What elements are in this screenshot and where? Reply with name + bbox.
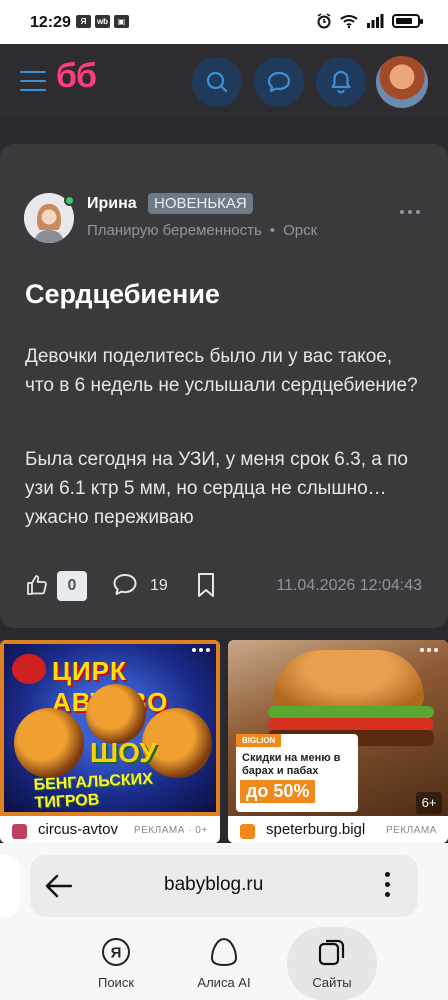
- ad-more-button[interactable]: [420, 648, 438, 652]
- tiger-image: [86, 684, 146, 744]
- chat-icon: [267, 71, 291, 93]
- battery-level: [396, 18, 412, 24]
- user-avatar[interactable]: [376, 56, 428, 108]
- post-paragraph: Была сегодня на УЗИ, у меня срок 6.3, а …: [25, 449, 408, 528]
- online-indicator: [64, 195, 75, 206]
- notifications-button[interactable]: [316, 57, 366, 107]
- ad-card-circus[interactable]: ЦИРК АВТОВО ШОУ БЕНГАЛЬСКИХ ТИГРОВ circu…: [0, 640, 220, 843]
- back-arrow-icon[interactable]: [44, 873, 74, 899]
- search-button[interactable]: [192, 57, 242, 107]
- post-date: 11.04.2026 12:04:43: [276, 577, 422, 594]
- ad-image[interactable]: BIGLION Скидки на меню в барах и пабах д…: [228, 640, 448, 816]
- comment-icon[interactable]: [111, 572, 139, 598]
- author-status: Планирую беременность: [87, 222, 262, 239]
- advertiser-name[interactable]: speterburg.bigl: [266, 821, 365, 838]
- advertiser-icon: [12, 824, 27, 839]
- tab-label: Алиса AI: [197, 975, 251, 990]
- post-more-button[interactable]: [400, 210, 420, 214]
- post-title: Сердцебиение: [25, 279, 220, 309]
- browser-menu-button[interactable]: [385, 872, 390, 897]
- status-bar: 12:29 Я wb ▣: [0, 0, 448, 44]
- status-time: 12:29: [30, 14, 71, 31]
- ad-label: РЕКЛАМА: [386, 825, 437, 836]
- age-badge: 6+: [416, 792, 442, 814]
- ad-label: РЕКЛАМА · 0+: [134, 825, 208, 836]
- previous-tab-stub[interactable]: [0, 855, 20, 917]
- tab-sites[interactable]: Сайты: [287, 927, 377, 1000]
- promo-text: Скидки на меню в барах и пабах: [242, 752, 341, 777]
- burger-image: [274, 650, 424, 710]
- alarm-icon: [317, 13, 331, 29]
- bookmark-icon[interactable]: [196, 572, 216, 598]
- author-name[interactable]: Ирина: [87, 195, 137, 213]
- tabs-icon: [318, 939, 345, 966]
- site-logo[interactable]: бб: [56, 57, 97, 96]
- burger-tomato: [268, 718, 434, 730]
- comment-count: 19: [150, 577, 168, 594]
- tab-alice[interactable]: Алиса AI: [179, 927, 269, 1000]
- notification-app-icon: Я: [76, 15, 91, 28]
- status-notification-icons: Я wb ▣: [76, 15, 129, 28]
- battery-icon: [392, 14, 423, 28]
- tab-search[interactable]: Я Поиск: [71, 927, 161, 1000]
- svg-text:Я: Я: [111, 945, 122, 962]
- promo-box: BIGLION Скидки на меню в барах и пабах д…: [236, 734, 358, 812]
- address-bar[interactable]: babyblog.ru: [30, 855, 418, 917]
- author-badge: НОВЕНЬКАЯ: [148, 193, 253, 214]
- ad-footer: speterburg.bigl РЕКЛАМА: [228, 816, 448, 843]
- meta-separator: •: [269, 222, 276, 239]
- burger-lettuce: [268, 706, 434, 718]
- alice-icon: [210, 937, 238, 967]
- promo-value: до 50%: [240, 780, 316, 803]
- post-paragraph: Девочки поделитесь было ли у вас такое, …: [25, 346, 418, 396]
- tab-label: Поиск: [97, 975, 135, 990]
- browser-tabs: Я Поиск Алиса AI Сайты: [0, 927, 448, 1000]
- app-header: бб: [0, 44, 448, 118]
- circus-logo: [12, 654, 46, 684]
- ad-show-text: ШОУ: [90, 737, 157, 768]
- url-text[interactable]: babyblog.ru: [164, 874, 263, 896]
- author-meta: Планирую беременность • Орск: [87, 222, 317, 239]
- signal-icon: [367, 14, 384, 28]
- ad-image[interactable]: ЦИРК АВТОВО ШОУ БЕНГАЛЬСКИХ ТИГРОВ: [0, 640, 220, 816]
- advertiser-name[interactable]: circus-avtov: [38, 821, 118, 838]
- ad-card-biglion[interactable]: BIGLION Скидки на меню в барах и пабах д…: [228, 640, 448, 843]
- menu-icon[interactable]: [20, 71, 46, 91]
- yandex-search-icon: Я: [102, 938, 130, 966]
- like-count: 0: [57, 571, 87, 601]
- wb-app-icon: wb: [95, 15, 110, 28]
- wallet-app-icon: ▣: [114, 15, 129, 28]
- messages-button[interactable]: [254, 57, 304, 107]
- advertiser-icon: [240, 824, 255, 839]
- post-card: Ирина НОВЕНЬКАЯ Планирую беременность • Ор…: [0, 144, 448, 628]
- status-right-icons: [316, 13, 423, 29]
- like-icon[interactable]: [25, 573, 49, 597]
- ad-more-button[interactable]: [192, 648, 210, 652]
- tiger-image: [14, 708, 84, 778]
- tab-label: Сайты: [312, 975, 352, 990]
- post-actions: 0 19 11.04.2026 12:04:43: [0, 567, 448, 605]
- promo-brand: BIGLION: [236, 734, 282, 747]
- wifi-icon: [340, 15, 358, 28]
- browser-bottom-bar: babyblog.ru Я Поиск Алиса AI Сайты: [0, 843, 448, 1000]
- author-city: Орск: [283, 222, 318, 239]
- ad-footer: circus-avtov РЕКЛАМА · 0+: [0, 816, 220, 843]
- bell-icon: [331, 70, 351, 94]
- search-icon: [206, 71, 228, 93]
